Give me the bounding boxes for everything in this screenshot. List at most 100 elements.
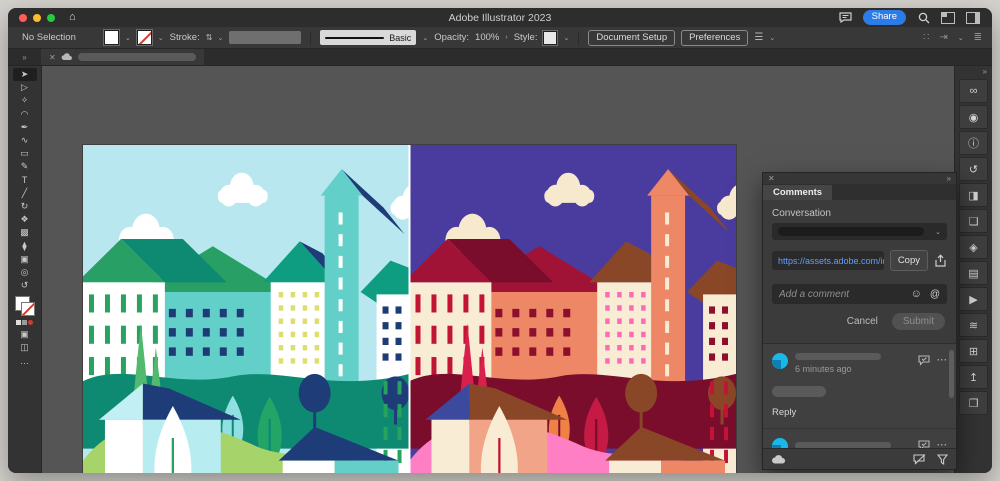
info-icon[interactable]: ⓘ	[959, 131, 988, 155]
magic-wand-tool[interactable]: ✧	[13, 94, 37, 107]
emoji-icon[interactable]: ☺	[911, 288, 922, 300]
text-options-chevron[interactable]: ⌄	[769, 34, 775, 42]
comment-item[interactable]: ⋯	[772, 438, 947, 448]
share-button[interactable]: Share	[863, 10, 906, 24]
brush-chevron[interactable]: ⌄	[422, 34, 428, 42]
stroke-color-chevron[interactable]: ⌄	[158, 34, 164, 42]
minimize-window-button[interactable]	[33, 14, 41, 22]
document-setup-button[interactable]: Document Setup	[588, 30, 675, 46]
gradient-icon[interactable]: ◨	[959, 183, 988, 207]
grid-options-icon[interactable]: ∷	[923, 32, 929, 43]
close-window-button[interactable]	[19, 14, 27, 22]
commenter-name-redacted	[795, 353, 881, 360]
workspace-switcher-icon[interactable]	[941, 12, 955, 24]
cloud-sync-icon[interactable]	[771, 454, 786, 464]
comment-timestamp: 6 minutes ago	[795, 364, 911, 374]
cancel-button[interactable]: Cancel	[847, 316, 878, 327]
artwork-left-half	[83, 145, 435, 473]
opacity-chevron[interactable]: ›	[505, 34, 507, 41]
fill-color-chevron[interactable]: ⌄	[125, 34, 131, 42]
share-url-field[interactable]: https://assets.adobe.com/id/ur...	[772, 251, 884, 270]
snap-options-chevron[interactable]: ⌄	[958, 34, 964, 42]
gradient-tool[interactable]: ▩	[13, 226, 37, 239]
zoom-window-button[interactable]	[47, 14, 55, 22]
paintbrush-tool[interactable]: ✎	[13, 160, 37, 173]
opacity-value[interactable]: 100%	[475, 32, 499, 43]
close-document-icon[interactable]: ✕	[49, 53, 56, 62]
shape-builder-tool[interactable]: ❖	[13, 213, 37, 226]
mention-icon[interactable]: @	[930, 289, 940, 300]
color-icon[interactable]: ◉	[959, 105, 988, 129]
home-icon[interactable]: ⌂	[69, 12, 76, 23]
conversation-dropdown[interactable]: ⌄	[772, 223, 947, 240]
export-icon[interactable]: ↥	[959, 365, 988, 389]
stroke-color-swatch[interactable]	[137, 30, 152, 45]
conversation-label: Conversation	[772, 208, 947, 219]
libraries-icon[interactable]: ∞	[959, 79, 988, 103]
stroke-indicator[interactable]	[21, 302, 35, 316]
resolve-comment-icon[interactable]	[918, 355, 930, 366]
symbols-icon[interactable]: ❐	[959, 391, 988, 415]
screen-mode-icon[interactable]: ◫	[13, 341, 37, 354]
brush-definition-dropdown[interactable]: Basic	[320, 30, 416, 45]
brush-name: Basic	[389, 33, 411, 43]
reply-link[interactable]: Reply	[772, 407, 947, 418]
panel-layout-icon[interactable]	[966, 12, 980, 24]
variable-width-profile-field[interactable]	[229, 31, 301, 44]
lasso-tool[interactable]: ◠	[13, 108, 37, 121]
fill-stroke-indicator[interactable]	[15, 296, 35, 316]
artboards-icon[interactable]: ▤	[959, 261, 988, 285]
stroke-weight-stepper[interactable]: ⇅	[206, 33, 212, 42]
comments-scrollbar-thumb[interactable]	[949, 350, 954, 398]
line-segment-tool[interactable]: ╱	[13, 187, 37, 200]
draw-mode-icon[interactable]: ▣	[13, 328, 37, 341]
rotate-tool[interactable]: ↻	[13, 200, 37, 213]
toolbar-collapse-icon[interactable]: »	[8, 53, 41, 62]
cityscape-illustration	[83, 145, 736, 473]
stroke-weight-chevron[interactable]: ⌄	[217, 34, 223, 42]
pen-tool[interactable]: ✒	[13, 121, 37, 134]
actions-icon[interactable]: ▶	[959, 287, 988, 311]
share-upload-icon[interactable]	[934, 254, 947, 268]
dock-collapse-icon[interactable]: »	[983, 67, 987, 77]
document-tab[interactable]: ✕	[41, 49, 204, 65]
color-mode-buttons[interactable]	[16, 320, 33, 325]
search-icon[interactable]	[917, 11, 930, 24]
copy-button[interactable]: Copy	[890, 250, 928, 271]
swatches-icon[interactable]: ❏	[959, 209, 988, 233]
add-comment-input[interactable]: Add a comment ☺ @	[772, 284, 947, 304]
filter-icon[interactable]	[937, 454, 948, 465]
preferences-button[interactable]: Preferences	[681, 30, 748, 46]
resolve-comment-icon[interactable]	[918, 440, 930, 449]
submit-button[interactable]: Submit	[892, 313, 945, 330]
hand-tool[interactable]: ↺	[13, 279, 37, 292]
tab-comments[interactable]: Comments	[763, 185, 832, 200]
direct-selection-tool[interactable]: ▷	[13, 81, 37, 94]
arrange-options-icon[interactable]: ≣	[974, 32, 982, 43]
zoom-tool[interactable]: ◎	[13, 266, 37, 279]
version-history-icon[interactable]: ↺	[959, 157, 988, 181]
style-swatch[interactable]	[543, 31, 557, 45]
layers-icon[interactable]: ◈	[959, 235, 988, 259]
curvature-tool[interactable]: ∿	[13, 134, 37, 147]
snap-options-icon[interactable]: ⇥	[939, 32, 947, 43]
eyedropper-tool[interactable]: ⧫	[13, 239, 37, 252]
selection-tool[interactable]: ➤	[13, 68, 37, 81]
fill-color-swatch[interactable]	[104, 30, 119, 45]
comment-overflow-icon[interactable]: ⋯	[937, 354, 948, 366]
window-controls	[19, 14, 55, 22]
panel-collapse-icon[interactable]: »	[947, 174, 951, 183]
hide-resolved-comments-icon[interactable]	[913, 454, 927, 465]
align-icon[interactable]: ⊞	[959, 339, 988, 363]
rectangle-tool[interactable]: ▭	[13, 147, 37, 160]
artboard-tool[interactable]: ▣	[13, 253, 37, 266]
comment-overflow-icon[interactable]: ⋯	[937, 439, 948, 448]
style-chevron[interactable]: ⌄	[563, 34, 569, 42]
panel-close-icon[interactable]: ✕	[768, 174, 775, 183]
text-options-icon[interactable]: ☰	[754, 32, 763, 43]
comment-bubble-icon[interactable]	[839, 11, 852, 24]
properties-icon[interactable]: ≋	[959, 313, 988, 337]
more-tools-button[interactable]: …	[13, 355, 37, 368]
type-tool[interactable]: T	[13, 174, 37, 187]
comment-item[interactable]: 6 minutes ago ⋯	[772, 353, 947, 374]
